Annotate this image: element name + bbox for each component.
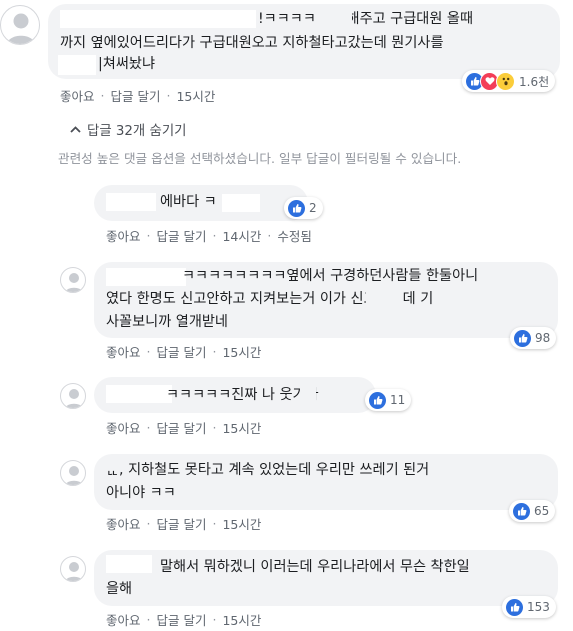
reply-actions: 좋아요 · 답글 달기 · 14시간 · 수정됨	[106, 226, 312, 245]
like-link[interactable]: 좋아요	[106, 226, 141, 245]
like-link[interactable]: 좋아요	[106, 418, 141, 437]
like-icon	[514, 329, 531, 347]
timestamp[interactable]: 15시간	[222, 514, 261, 533]
filter-notice: 관련성 높은 댓글 옵션을 선택하셨습니다. 일부 답글이 필터링될 수 있습니…	[58, 151, 462, 166]
reaction-summary[interactable]: 2	[284, 197, 323, 219]
reply-link[interactable]: 답글 달기	[157, 610, 207, 629]
redacted-text	[366, 290, 402, 308]
default-avatar-icon	[65, 389, 83, 408]
reply-text-line: 을해	[106, 581, 133, 597]
reaction-summary[interactable]: 1.6천	[462, 70, 556, 92]
chevron-up-icon	[70, 125, 81, 133]
like-link[interactable]: 좋아요	[106, 342, 141, 361]
like-icon	[369, 391, 386, 409]
wow-icon	[496, 71, 515, 91]
reply-link[interactable]: 답글 달기	[157, 418, 207, 437]
like-icon	[513, 502, 530, 520]
reply-actions: 좋아요 · 답글 달기 · 15시간	[106, 610, 262, 629]
reaction-count: 98	[535, 331, 551, 345]
reaction-summary[interactable]: 11	[365, 389, 412, 411]
avatar[interactable]	[0, 5, 40, 45]
reaction-summary[interactable]: 98	[510, 327, 557, 349]
default-avatar-icon	[65, 466, 83, 485]
edited-label[interactable]: 수정됨	[277, 226, 312, 245]
redacted-name	[60, 10, 256, 28]
like-link[interactable]: 좋아요	[106, 514, 141, 533]
default-avatar-icon	[65, 562, 83, 581]
redacted-name	[106, 268, 186, 286]
timestamp[interactable]: 15시간	[176, 86, 215, 105]
like-icon	[506, 598, 523, 616]
reply-link[interactable]: 답글 달기	[157, 514, 207, 533]
redacted-text	[222, 194, 260, 212]
comment-text-line: 까지 옆에있어드리다가 구급대원오고 지하철타고갔는데 뭔기사를	[60, 35, 444, 51]
redacted-name	[106, 193, 156, 211]
redacted-text	[58, 55, 96, 75]
reaction-count: 1.6천	[519, 74, 550, 89]
avatar[interactable]	[60, 383, 86, 409]
reaction-count: 2	[309, 201, 317, 215]
timestamp[interactable]: 15시간	[222, 610, 261, 629]
reaction-summary[interactable]: 65	[509, 500, 556, 522]
timestamp[interactable]: 15시간	[222, 342, 261, 361]
reply-text-line: ㅋㅋㅋㅋㅋㅋㅋㅋ옆에서 구경하던사람들 한둘아니	[182, 268, 479, 284]
reaction-count: 65	[534, 504, 550, 518]
like-link[interactable]: 좋아요	[60, 86, 95, 105]
redacted-name	[106, 555, 152, 573]
default-avatar-icon	[7, 13, 35, 44]
like-icon	[288, 199, 305, 217]
comment-text-line: |쳐써놨냐	[98, 56, 155, 72]
reply-text-line: ㅋㅋㅋㅋㅋ진짜 나 웃기다	[166, 387, 319, 403]
default-avatar-icon	[65, 273, 83, 292]
timestamp[interactable]: 14시간	[222, 226, 261, 245]
reaction-summary[interactable]: 153	[502, 596, 556, 618]
redacted-name	[106, 385, 172, 403]
like-link[interactable]: 좋아요	[106, 610, 141, 629]
reaction-count: 11	[390, 393, 406, 407]
reply-text-line: 아니야 ㅋㅋ	[106, 485, 176, 501]
reply-text-line: ᆫᆫ, 지하철도 못타고 계속 있었는데 우리만 쓰레기 된거	[106, 462, 430, 478]
reply-actions: 좋아요 · 답글 달기 · 15시간	[106, 418, 262, 437]
reply-text-line: 사꼴보니까 열개받네	[106, 314, 228, 330]
avatar[interactable]	[60, 267, 86, 293]
reply-link[interactable]: 답글 달기	[157, 226, 207, 245]
reply-link[interactable]: 답글 달기	[111, 86, 161, 105]
redacted-text	[320, 10, 352, 28]
timestamp[interactable]: 15시간	[222, 418, 261, 437]
reply-text-line: 말해서 뭐하겠니 이러는데 우리나라에서 무슨 착한일	[160, 559, 470, 575]
reply-actions: 좋아요 · 답글 달기 · 15시간	[106, 342, 262, 361]
reaction-count: 153	[527, 600, 550, 614]
avatar[interactable]	[60, 556, 86, 582]
reply-link[interactable]: 답글 달기	[157, 342, 207, 361]
comment-actions: 좋아요 · 답글 달기 · 15시간	[60, 86, 216, 105]
comment-text-line: !ㅋㅋㅋㅋ 신고해주고 구급대원 올때	[258, 11, 474, 27]
hide-replies-toggle[interactable]: 답글 32개 숨기기	[70, 119, 186, 139]
hide-replies-label: 답글 32개 숨기기	[87, 124, 187, 139]
redacted-text	[302, 386, 316, 404]
reply-actions: 좋아요 · 답글 달기 · 15시간	[106, 514, 262, 533]
avatar[interactable]	[60, 460, 86, 486]
